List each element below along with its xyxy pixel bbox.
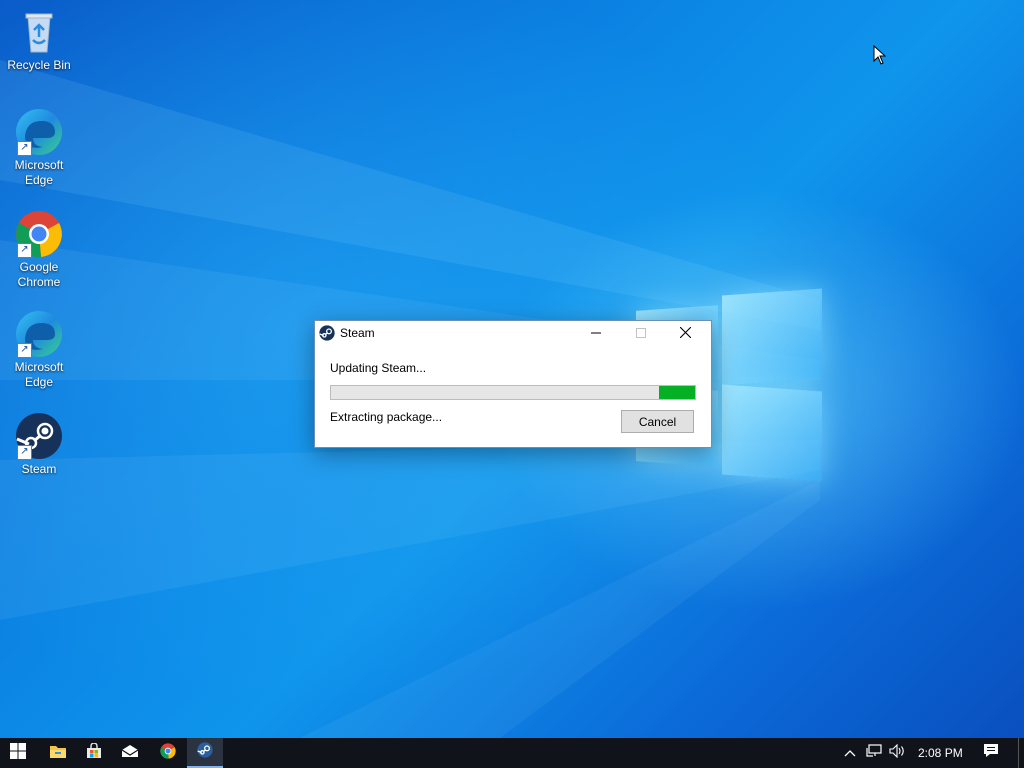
- taskbar-file-explorer[interactable]: [40, 738, 76, 768]
- minimize-icon: [590, 325, 601, 341]
- steam-icon: ↗: [15, 412, 63, 460]
- recycle-bin-icon: [15, 8, 63, 56]
- file-explorer-icon: [49, 743, 67, 764]
- show-desktop-divider[interactable]: [1018, 738, 1019, 768]
- chrome-icon: ↗: [15, 210, 63, 258]
- desktop-icon-label: Steam: [21, 462, 57, 476]
- desktop-icon-microsoft-edge-2[interactable]: ↗ Microsoft Edge: [6, 310, 72, 390]
- desktop-icon-label: Microsoft Edge: [14, 360, 64, 389]
- extract-status-text: Extracting package...: [330, 410, 443, 424]
- desktop: Recycle Bin ↗ Microsoft Edge ↗ Google Ch…: [0, 0, 1024, 738]
- mail-icon: [121, 744, 139, 763]
- taskbar: 2:08 PM: [0, 738, 1024, 768]
- update-progress-bar: [330, 385, 696, 400]
- desktop-icon-google-chrome[interactable]: ↗ Google Chrome: [6, 210, 72, 290]
- chevron-up-icon: [844, 744, 856, 762]
- dialog-title: Steam: [340, 326, 375, 340]
- edge-icon: ↗: [15, 310, 63, 358]
- maximize-icon: [635, 325, 646, 341]
- desktop-icon-label: Recycle Bin: [7, 58, 71, 72]
- action-center-button[interactable]: [974, 738, 1008, 768]
- taskbar-store[interactable]: [76, 738, 112, 768]
- desktop-icon-steam[interactable]: ↗ Steam: [6, 412, 72, 477]
- desktop-icon-microsoft-edge[interactable]: ↗ Microsoft Edge: [6, 108, 72, 188]
- taskbar-clock[interactable]: 2:08 PM: [918, 746, 963, 760]
- dialog-titlebar[interactable]: Steam: [315, 321, 711, 345]
- volume-button[interactable]: [886, 738, 910, 768]
- edge-icon: ↗: [15, 108, 63, 156]
- network-icon: [866, 743, 882, 763]
- shortcut-arrow-icon: ↗: [17, 141, 32, 156]
- shortcut-arrow-icon: ↗: [17, 445, 32, 460]
- network-button[interactable]: [862, 738, 886, 768]
- show-hidden-icons-button[interactable]: [838, 738, 862, 768]
- steam-update-dialog: Steam Updating Steam... Extracting packa…: [314, 320, 712, 448]
- desktop-icon-label: Microsoft Edge: [14, 158, 64, 187]
- store-icon: [86, 741, 102, 764]
- close-icon: [679, 325, 692, 341]
- shortcut-arrow-icon: ↗: [17, 243, 32, 258]
- notification-icon: [983, 743, 999, 763]
- start-icon: [10, 742, 26, 764]
- volume-icon: [889, 743, 907, 763]
- taskbar-chrome[interactable]: [150, 738, 186, 768]
- progress-fill: [658, 386, 695, 399]
- update-status-text: Updating Steam...: [330, 361, 427, 375]
- steam-icon: [197, 741, 213, 763]
- maximize-button: [618, 321, 663, 345]
- chrome-icon: [160, 742, 176, 764]
- taskbar-mail[interactable]: [112, 738, 148, 768]
- close-button[interactable]: [663, 321, 708, 345]
- minimize-button[interactable]: [573, 321, 618, 345]
- cancel-button[interactable]: Cancel: [621, 410, 694, 433]
- steam-icon: [319, 325, 335, 341]
- taskbar-steam[interactable]: [187, 738, 223, 768]
- desktop-icon-label: Google Chrome: [17, 260, 61, 289]
- mouse-cursor-icon: [873, 44, 887, 70]
- desktop-icon-recycle-bin[interactable]: Recycle Bin: [6, 8, 72, 73]
- start-button[interactable]: [0, 738, 36, 768]
- shortcut-arrow-icon: ↗: [17, 343, 32, 358]
